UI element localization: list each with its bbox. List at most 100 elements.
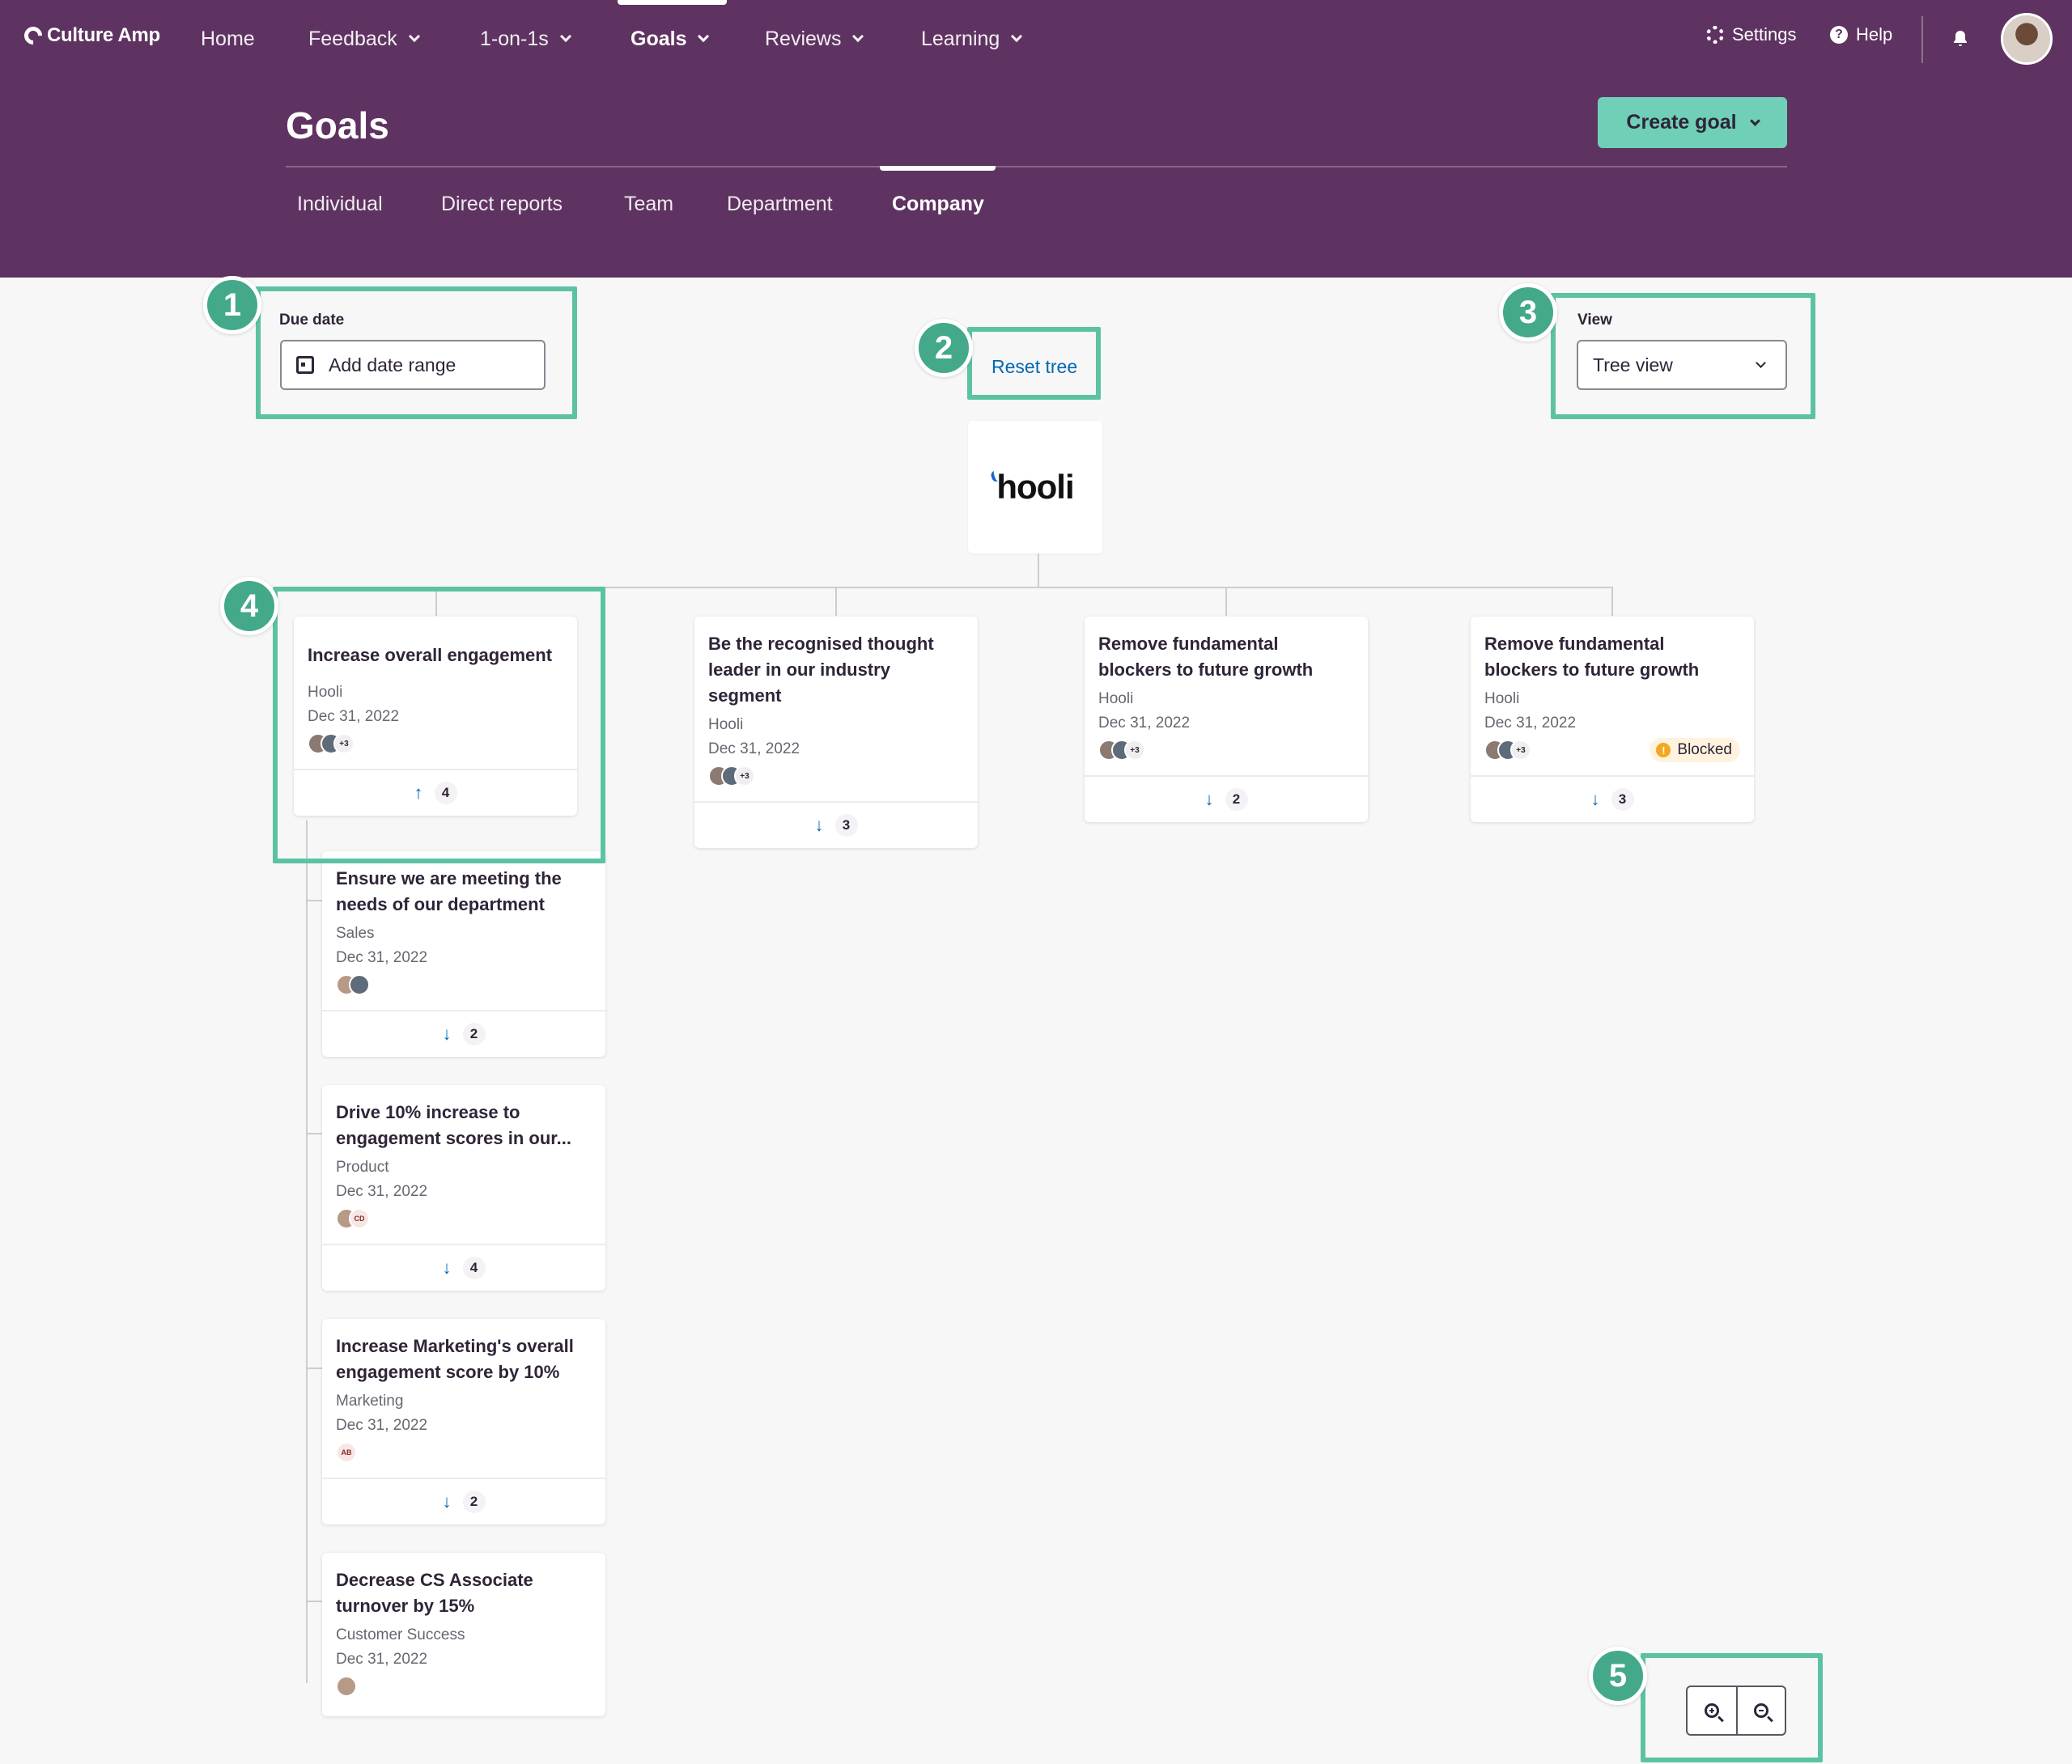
tree-connector [306, 821, 308, 1683]
top-navigation: Culture Amp Home Feedback 1-on-1s Goals … [0, 0, 2072, 79]
user-avatar[interactable] [2001, 13, 2053, 65]
notification-bell-icon[interactable] [1951, 29, 1970, 49]
expand-children-button[interactable]: ↑ 4 [294, 769, 577, 816]
goal-title: Remove fundamental blockers to future gr… [1098, 634, 1314, 680]
goal-owner: Marketing [336, 1393, 404, 1410]
goal-card[interactable]: Remove fundamental blockers to future gr… [1085, 617, 1368, 822]
expand-children-button[interactable]: ↓ 2 [322, 1010, 605, 1057]
help-link[interactable]: ? Help [1830, 24, 1892, 45]
avatar-overflow: +3 [1124, 740, 1145, 761]
culture-amp-logo[interactable]: Culture Amp [20, 23, 160, 49]
expand-children-button[interactable]: ↓ 2 [322, 1478, 605, 1524]
tab-direct-reports[interactable]: Direct reports [441, 193, 563, 216]
tree-connector [306, 1601, 322, 1602]
goal-due-date: Dec 31, 2022 [336, 1651, 428, 1668]
nav-reviews-label: Reviews [765, 27, 842, 50]
chevron-down-icon [1756, 358, 1766, 368]
goal-owner: Hooli [1484, 690, 1520, 707]
view-select[interactable]: Tree view [1577, 340, 1787, 390]
goal-title: Ensure we are meeting the needs of our d… [336, 868, 562, 914]
company-node[interactable]: hooli [968, 421, 1102, 553]
zoom-out-button[interactable] [1735, 1687, 1785, 1734]
avatar-initials: AB [336, 1442, 357, 1463]
child-goal-card[interactable]: Drive 10% increase to engagement scores … [322, 1085, 605, 1291]
help-icon: ? [1830, 26, 1848, 44]
goal-owners: AB [336, 1439, 592, 1466]
view-select-value: Tree view [1593, 354, 1673, 375]
goal-owner: Product [336, 1159, 389, 1176]
nav-goals-label: Goals [631, 27, 687, 50]
goal-title: Decrease CS Associate turnover by 15% [336, 1570, 533, 1616]
view-label: View [1577, 312, 1612, 329]
chevron-down-icon [698, 30, 710, 43]
due-date-range-input[interactable]: Add date range [280, 340, 546, 390]
zoom-in-icon [1704, 1703, 1719, 1718]
tree-connector [435, 587, 437, 616]
goal-card[interactable]: Increase overall engagement Hooli Dec 31… [294, 617, 577, 816]
zoom-in-button[interactable] [1688, 1687, 1736, 1734]
goal-owners: +3 [1098, 736, 1354, 764]
goal-card[interactable]: Be the recognised thought leader in our … [694, 617, 978, 848]
tab-company[interactable]: Company [892, 193, 984, 216]
arrow-down-icon: ↓ [442, 1024, 452, 1044]
reset-tree-button[interactable]: Reset tree [991, 356, 1077, 378]
nav-active-indicator [618, 0, 727, 5]
expand-children-button[interactable]: ↓ 4 [322, 1244, 605, 1291]
goal-owner: Hooli [708, 716, 744, 733]
nav-one-on-ones[interactable]: 1-on-1s [480, 24, 571, 53]
avatar [336, 1676, 357, 1697]
child-goal-card[interactable]: Decrease CS Associate turnover by 15% Cu… [322, 1553, 605, 1716]
help-label: Help [1856, 24, 1893, 45]
arrow-down-icon: ↓ [814, 815, 824, 835]
nav-feedback[interactable]: Feedback [308, 24, 420, 53]
header-divider [286, 166, 1787, 167]
nav-learning[interactable]: Learning [921, 24, 1023, 53]
goal-owner: Hooli [1098, 690, 1134, 707]
tab-individual[interactable]: Individual [297, 193, 383, 216]
nav-goals[interactable]: Goals [631, 24, 710, 53]
expand-children-button[interactable]: ↓ 3 [694, 801, 978, 848]
annotation-number: 3 [1499, 283, 1557, 341]
expand-children-button[interactable]: ↓ 3 [1471, 775, 1754, 822]
child-goal-card[interactable]: Ensure we are meeting the needs of our d… [322, 851, 605, 1057]
settings-label: Settings [1732, 24, 1797, 45]
nav-home[interactable]: Home [201, 24, 255, 53]
goal-card[interactable]: Remove fundamental blockers to future gr… [1471, 617, 1754, 822]
goal-due-date: Dec 31, 2022 [336, 1417, 428, 1434]
create-goal-label: Create goal [1626, 111, 1737, 134]
children-count: 3 [1611, 788, 1634, 811]
goal-title: Increase overall engagement [308, 645, 553, 665]
nav-reviews[interactable]: Reviews [765, 24, 864, 53]
annotation-number: 1 [203, 276, 261, 334]
tree-connector [306, 1133, 322, 1134]
annotation-number: 4 [220, 577, 278, 635]
logo-text: Culture Amp [47, 24, 160, 46]
expand-children-button[interactable]: ↓ 2 [1085, 775, 1368, 822]
nav-learning-label: Learning [921, 27, 1000, 50]
nav-divider [1921, 16, 1923, 63]
goal-due-date: Dec 31, 2022 [336, 949, 428, 966]
arrow-up-icon: ↑ [414, 782, 423, 803]
tree-connector [435, 587, 1612, 588]
goal-title: Be the recognised thought leader in our … [708, 634, 934, 706]
tab-team[interactable]: Team [624, 193, 673, 216]
goal-due-date: Dec 31, 2022 [308, 708, 400, 725]
app-header: Culture Amp Home Feedback 1-on-1s Goals … [0, 0, 2072, 278]
goal-due-date: Dec 31, 2022 [708, 740, 800, 757]
goal-owners [336, 971, 592, 999]
avatar-overflow: +3 [734, 765, 755, 787]
goal-owners: +3 [308, 730, 563, 757]
zoom-out-icon [1753, 1703, 1768, 1718]
avatar [349, 974, 370, 995]
tree-connector [835, 587, 837, 616]
calendar-icon [296, 356, 314, 374]
arrow-down-icon: ↓ [442, 1491, 452, 1512]
nav-home-label: Home [201, 27, 255, 50]
child-goal-card[interactable]: Increase Marketing's overall engagement … [322, 1319, 605, 1524]
tab-department[interactable]: Department [727, 193, 833, 216]
chevron-down-icon [1749, 115, 1760, 126]
create-goal-button[interactable]: Create goal [1598, 97, 1787, 148]
chevron-down-icon [852, 30, 864, 43]
zoom-controls [1686, 1686, 1786, 1736]
settings-link[interactable]: Settings [1706, 24, 1797, 45]
